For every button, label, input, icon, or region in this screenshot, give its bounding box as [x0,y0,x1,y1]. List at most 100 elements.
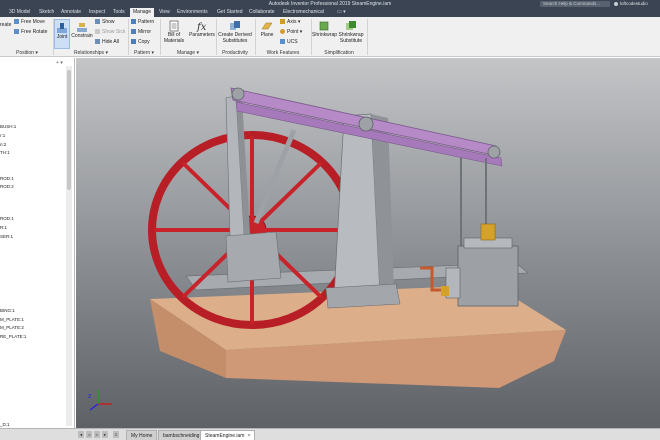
hide-all-icon [95,39,100,45]
help-search-input[interactable]: Search Help & Commands... [540,1,610,7]
pattern-panel-label[interactable]: Pattern ▾ [128,50,160,57]
browser-node[interactable]: ROD:1 [0,216,14,221]
tab-steamengine-label: SteamEngine.iam [205,433,245,439]
mirror-button[interactable]: Mirror [131,29,151,35]
copy-label: Copy [138,39,150,45]
axis-button[interactable]: Axis ▾ [280,19,300,25]
browser-node[interactable]: BUSH:1 [0,124,16,129]
copy-button[interactable]: Copy [131,39,150,45]
tab-view[interactable]: View [156,8,173,17]
ribbon-tab-bar: 3D Model Sketch Annotate Inspect Tools M… [0,8,660,17]
bill-of-materials-icon [169,20,179,32]
browser-node[interactable]: TH:1 [0,150,10,155]
ucs-button[interactable]: UCS [280,39,298,45]
tab-collaborate[interactable]: Collaborate [246,8,278,17]
bill-of-materials-button[interactable]: Bill of Materials [162,20,186,44]
bill-of-materials-label: Bill of Materials [163,32,185,44]
free-move-label: Free Move [21,19,45,25]
tab-nav-next-icon[interactable]: ▹ [94,431,100,438]
browser-node[interactable]: M_PLATE:2 [0,325,24,330]
work-features-panel-label: Work Features [266,50,300,56]
tab-nav-first-icon[interactable]: ◂ [78,431,84,438]
pattern-button[interactable]: Pattern [131,19,154,25]
shrinkwrap-label: Shrinkwrap [312,32,338,38]
tab-my-home[interactable]: My Home [126,430,158,440]
browser-close-icon[interactable]: + ▾ [56,60,63,66]
shrinkwrap-substitute-button[interactable]: Shrinkwrap Substitute [336,20,366,44]
free-rotate-icon [14,29,19,35]
create-derived-label: Create Derived Substitutes [218,32,252,44]
ribbon-options-icon[interactable]: ▭ ▾ [334,8,349,17]
constrain-button[interactable]: Constrain [71,21,93,40]
parameters-button[interactable]: fx Parameters [189,20,215,39]
simplification-panel-label: Simplification [324,50,354,56]
ribbon: reate Free Move Free Rotate Position ▾ J… [0,17,660,57]
browser-node[interactable]: BING:1 [0,308,15,313]
relationships-panel-label[interactable]: Relationships ▾ [54,50,128,57]
shrinkwrap-icon [319,21,329,31]
tab-list-icon[interactable]: ≡ [113,431,119,438]
position-panel-label[interactable]: Position ▾ [0,50,54,57]
derived-substitute-icon [230,21,240,30]
tab-get-started[interactable]: Get Started [214,8,246,17]
bearing-stand [225,231,282,283]
browser-node[interactable]: ROD:1 [0,176,14,181]
tab-inspect[interactable]: Inspect [86,8,108,17]
close-icon[interactable]: × [247,433,250,439]
plane-label: Plane [260,32,274,38]
tab-3d-model[interactable]: 3D Model [6,8,33,17]
joint-icon [57,23,67,33]
free-rotate-button[interactable]: Free Rotate [14,29,47,35]
tab-annotate[interactable]: Annotate [58,8,84,17]
copy-icon [131,39,136,45]
tab-nav-prev-icon[interactable]: ◃ [86,431,92,438]
tab-my-home-label: My Home [131,433,153,439]
browser-scrollbar-thumb[interactable] [67,70,71,190]
browser-node[interactable]: _D:1 [0,422,10,427]
browser-node[interactable]: r:1 [0,133,5,138]
tab-electromechanical[interactable]: Electromechanical [280,8,327,17]
browser-node[interactable]: n:2 [0,142,6,147]
plane-button[interactable]: Plane [258,20,276,39]
tab-nav-last-icon[interactable]: ▸ [102,431,108,438]
svg-text:Z: Z [88,394,92,400]
ucs-icon [280,39,285,45]
tab-environments[interactable]: Environments [174,8,211,17]
free-move-button[interactable]: Free Move [14,19,45,25]
hide-all-button[interactable]: Hide All [95,39,119,45]
title-bar: Autodesk Inventor Professional 2019 Stea… [0,0,660,8]
show-sick-button[interactable]: Show Sick [95,29,125,35]
mirror-label: Mirror [138,29,152,35]
browser-node[interactable]: SER:1 [0,234,13,239]
tab-sketch[interactable]: Sketch [36,8,57,17]
tab-steamengine[interactable]: SteamEngine.iam × [200,430,256,440]
browser-node[interactable]: M_PLATE:1 [0,317,24,322]
browser-node[interactable]: ROD:2 [0,184,14,189]
a-frame-foot [325,283,401,309]
browser-node[interactable]: RE_PLATE:1 [0,334,26,339]
show-label: Show [102,19,115,25]
create-button[interactable]: reate [0,22,11,29]
browser-node[interactable]: R:1 [0,225,7,230]
free-rotate-label: Free Rotate [21,29,48,35]
shrinkwrap-substitute-icon [346,21,356,30]
ucs-label: UCS [287,39,298,45]
tab-manage[interactable]: Manage [130,8,155,17]
joint-button[interactable]: Joint [54,19,70,49]
constrain-label: Constrain [71,33,93,39]
show-icon [95,19,100,25]
tab-beam[interactable]: bambschneiding [158,430,205,440]
steam-engine-model: Z [88,87,566,411]
manage-panel-label[interactable]: Manage ▾ [160,50,216,57]
shrinkwrap-substitute-label: Shrinkwrap Substitute [338,32,364,44]
shrinkwrap-button[interactable]: Shrinkwrap [312,20,338,39]
point-button[interactable]: Point ▾ [280,29,302,35]
user-account[interactable]: loftcodestudio [614,0,648,8]
show-button[interactable]: Show [95,19,115,25]
user-name: loftcodestudio [620,1,648,6]
graphics-viewport[interactable]: Z [76,58,660,428]
create-derived-substitutes-button[interactable]: Create Derived Substitutes [217,20,253,44]
document-tab-bar: ◂ ◃ ▹ ▸ ≡ My Home bambschneiding SteamEn… [0,428,660,440]
tab-tools[interactable]: Tools [110,8,128,17]
show-sick-icon [95,29,100,35]
